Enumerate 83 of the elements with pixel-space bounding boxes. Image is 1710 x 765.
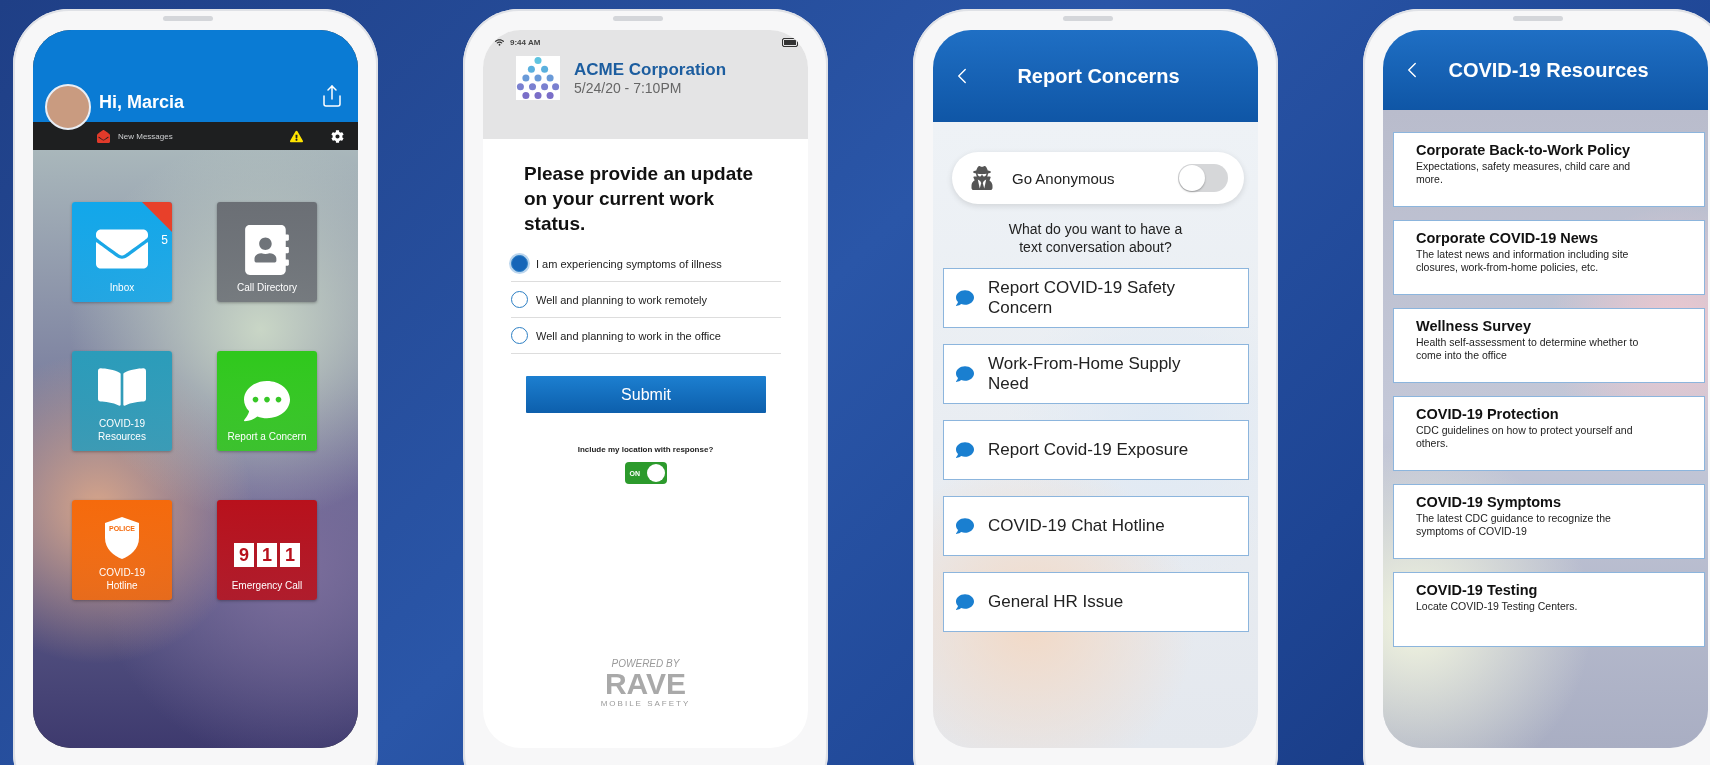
warning-icon[interactable]	[290, 129, 303, 143]
logo-icon	[516, 56, 560, 100]
message-timestamp: 5/24/20 - 7:10PM	[574, 80, 683, 96]
topic-option[interactable]: Work-From-Home Supply Need	[943, 344, 1249, 404]
radio-button[interactable]	[511, 291, 528, 308]
tile-label: COVID-19 Resources	[97, 417, 147, 443]
resource-card[interactable]: COVID-19 Protection CDC guidelines on how to protect yourself and others.	[1393, 396, 1705, 471]
anonymous-switch[interactable]	[1178, 164, 1228, 192]
tile-label: Report a Concern	[226, 430, 308, 443]
screen-title: COVID-19 Resources	[1447, 58, 1650, 82]
location-prompt: Include my location with response?	[576, 445, 715, 454]
resource-title: Corporate COVID-19 News	[1416, 230, 1600, 246]
app-tile[interactable]: 9 1 1 Emergency Call	[217, 500, 317, 600]
resource-description: Health self-assessment to determine whether to come into the office	[1416, 336, 1640, 362]
screen-title: Report Concerns	[1016, 64, 1181, 88]
submit-button[interactable]: Submit	[526, 376, 766, 413]
topic-option[interactable]: General HR Issue	[943, 572, 1249, 632]
topic-option[interactable]: COVID-19 Chat Hotline	[943, 496, 1249, 556]
chat-bubble-icon	[956, 365, 974, 383]
app-tile[interactable]: Call Directory	[217, 202, 317, 302]
chat-bubble-icon	[244, 378, 290, 424]
tile-label: COVID-19 Hotline	[97, 566, 147, 592]
digit-card: 1	[257, 543, 277, 567]
conversation-prompt: What do you want to have a text conversation about?	[1007, 220, 1184, 256]
chat-bubble-icon	[956, 593, 974, 611]
resource-description: Locate COVID-19 Testing Centers.	[1416, 600, 1579, 613]
resource-card[interactable]: COVID-19 Symptoms The latest CDC guidance to recognize the symptoms of COVID-19	[1393, 484, 1705, 559]
tile-label: Emergency Call	[230, 579, 304, 592]
topic-option[interactable]: Report COVID-19 Safety Concern	[943, 268, 1249, 328]
brand-tagline: MOBILE SAFETY	[600, 699, 691, 708]
resource-card[interactable]: COVID-19 Testing Locate COVID-19 Testing Centers.	[1393, 572, 1705, 647]
spy-icon	[970, 166, 994, 190]
radio-button[interactable]	[511, 255, 528, 272]
greeting: Hi, Marcia	[99, 92, 186, 114]
resource-description: The latest CDC guidance to recognize the symptoms of COVID-19	[1416, 512, 1612, 538]
digit-card: 9	[234, 543, 254, 567]
radio-button[interactable]	[511, 327, 528, 344]
wifi-icon	[495, 37, 504, 47]
speaker-grille	[1513, 16, 1563, 21]
resource-title: COVID-19 Protection	[1416, 406, 1560, 422]
tile-label: Inbox	[108, 281, 136, 294]
resource-description: CDC guidelines on how to protect yourself and others.	[1416, 424, 1634, 450]
topic-label: General HR Issue	[988, 592, 1124, 612]
anonymous-label: Go Anonymous	[1012, 169, 1116, 187]
topic-label: COVID-19 Chat Hotline	[988, 516, 1165, 536]
resource-description: The latest news and information including site closures, work-from-home policies, etc.	[1416, 248, 1630, 274]
envelope-icon	[97, 129, 110, 143]
option-label: Well and planning to work remotely	[536, 293, 707, 306]
company-name: ACME Corporation	[574, 60, 727, 80]
shield-icon	[102, 516, 142, 560]
topic-label: Work-From-Home Supply Need	[988, 354, 1182, 394]
survey-question: Please provide an update on your current work status.	[523, 162, 755, 236]
tile-label: Call Directory	[236, 281, 298, 294]
powered-by-label: POWERED BY	[611, 658, 680, 669]
badge-count: 5	[161, 233, 168, 247]
topic-label: Report COVID-19 Safety Concern	[988, 278, 1177, 318]
status-time: 9:44 AM	[510, 37, 542, 47]
brand-wordmark: RAVE	[604, 669, 687, 699]
battery-icon	[782, 37, 798, 47]
resource-title: COVID-19 Symptoms	[1416, 494, 1563, 510]
digit-card: 1	[280, 543, 300, 567]
speaker-grille	[1063, 16, 1113, 21]
new-messages-label[interactable]: New Messages	[118, 131, 282, 141]
resource-title: COVID-19 Testing	[1416, 582, 1539, 598]
speaker-grille	[613, 16, 663, 21]
chat-bubble-icon	[956, 441, 974, 459]
resource-card[interactable]: Wellness Survey Health self-assessment to determine whether to come into the office	[1393, 308, 1705, 383]
option-label: Well and planning to work in the office	[536, 329, 721, 342]
chat-bubble-icon	[956, 289, 974, 307]
resource-title: Wellness Survey	[1416, 318, 1532, 334]
resource-title: Corporate Back-to-Work Policy	[1416, 142, 1632, 158]
settings-icon[interactable]	[331, 129, 344, 143]
chat-bubble-icon	[956, 517, 974, 535]
resource-description: Expectations, safety measures, child care and more.	[1416, 160, 1632, 186]
speaker-grille	[163, 16, 213, 21]
topic-label: Report Covid-19 Exposure	[988, 440, 1189, 460]
resource-card[interactable]: Corporate COVID-19 News The latest news and information including site closures, work-from-home policies, etc.	[1393, 220, 1705, 295]
topic-option[interactable]: Report Covid-19 Exposure	[943, 420, 1249, 480]
share-icon[interactable]	[320, 84, 344, 108]
address-book-icon	[242, 225, 292, 275]
resource-card[interactable]: Corporate Back-to-Work Policy Expectations, safety measures, child care and more.	[1393, 132, 1705, 207]
avatar	[45, 84, 91, 130]
option-label: I am experiencing symptoms of illness	[536, 257, 722, 270]
